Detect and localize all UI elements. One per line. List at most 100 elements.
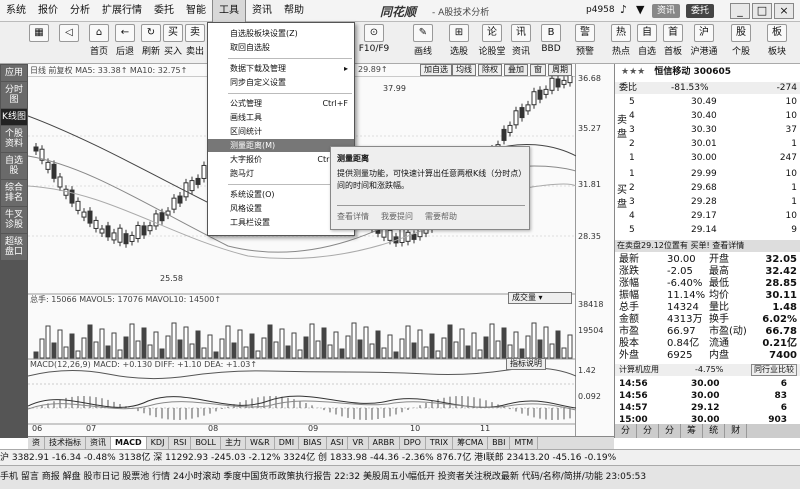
menu-analysis[interactable]: 分析 (64, 0, 96, 22)
toolbar-f10-button[interactable]: ⊙ F10/F9 (358, 24, 390, 54)
menu-quote[interactable]: 报价 (32, 0, 64, 22)
toolbar-layout-button[interactable]: ▦ (26, 24, 52, 44)
price-tick-4: 28.35 (578, 232, 601, 241)
sidebar-item-kline[interactable]: K线图 (1, 109, 27, 125)
indicator-tab[interactable]: DPO (400, 437, 426, 449)
indicator-tab[interactable]: KDJ (147, 437, 170, 449)
indicator-tab[interactable]: 资 (28, 437, 45, 449)
tools-menu-item[interactable]: 区间统计 (208, 125, 354, 138)
indicator-tab[interactable]: VR (348, 437, 369, 449)
indicator-tab[interactable]: 主力 (221, 437, 246, 449)
indicator-tab[interactable]: BIAS (299, 437, 327, 449)
toolbar-info-button[interactable]: 讯资讯 (508, 24, 534, 57)
indicator-tab[interactable]: W&R (246, 437, 275, 449)
buy-row[interactable]: 2 29.68 1 (615, 182, 800, 194)
toolbar-draw-button[interactable]: ✎ 画线 (410, 24, 436, 57)
toolbar-select-button[interactable]: ⊞ 选股 (446, 24, 472, 57)
toolbar-bbd-button[interactable]: B BBD (538, 24, 564, 54)
period-button[interactable]: 周期 (548, 64, 572, 76)
tooltip-detail-link[interactable]: 查看详情 (337, 211, 369, 222)
toolbar-first-button[interactable]: 首首板 (660, 24, 686, 57)
indicator-tab[interactable]: 筹CMA (453, 437, 489, 449)
menu-extended[interactable]: 扩展行情 (96, 0, 148, 22)
tools-menu-item[interactable]: 数据下载及管理 ▸ (208, 62, 354, 75)
toolbar-sector-button[interactable]: 板板块 (764, 24, 790, 57)
quote-tab[interactable]: 分 (659, 424, 682, 438)
toolbar-hk-button[interactable]: 沪沪港通 (688, 24, 720, 57)
exright-button[interactable]: 除权 (478, 64, 502, 76)
sidebar-item-profile[interactable]: 个股资料 (1, 126, 27, 152)
add-watch-button[interactable]: 加自选 (420, 64, 452, 76)
sidebar-item-superboard[interactable]: 超级盘口 (1, 234, 27, 260)
toolbar-sell-button[interactable]: 卖卖出 (182, 24, 208, 57)
tools-menu-item[interactable]: 取回自选股 (208, 41, 354, 54)
toolbar-back-arrow-button[interactable]: ◁ (56, 24, 82, 44)
volume-bar (219, 338, 225, 359)
menu-news[interactable]: 资讯 (246, 0, 278, 22)
tools-menu-item[interactable]: 公式管理 Ctrl+F (208, 97, 354, 110)
toolbar-forum-button[interactable]: 论论股堂 (476, 24, 508, 57)
indicator-tab[interactable]: BBI (488, 437, 511, 449)
buy-row[interactable]: 3 29.28 1 (615, 196, 800, 208)
quote-tab[interactable]: 筹 (681, 424, 704, 438)
quote-tab[interactable]: 统 (703, 424, 726, 438)
quote-tab[interactable]: 分 (637, 424, 660, 438)
minimize-button[interactable]: _ (730, 3, 750, 19)
maximize-button[interactable]: □ (752, 3, 772, 19)
overlay-button[interactable]: 叠加 (504, 64, 528, 76)
tools-menu-item[interactable]: 同步自定义设置 (208, 76, 354, 89)
indicator-tab[interactable]: ASI (327, 437, 349, 449)
menu-tools[interactable]: 工具 (212, 0, 246, 23)
menu-smart[interactable]: 智能 (180, 0, 212, 22)
sidebar-item-ranking[interactable]: 综合排名 (1, 180, 27, 206)
sell-row[interactable]: 5 30.49 10 (615, 96, 800, 108)
toolbar-watch-button[interactable]: 自自选 (634, 24, 660, 57)
volume-dropdown[interactable]: 成交量 ▾ (508, 292, 572, 304)
sell-row[interactable]: 2 30.01 1 (615, 138, 800, 150)
sidebar-item-watchlist[interactable]: 自选股 (1, 153, 27, 179)
ma-button[interactable]: 均线 (452, 64, 476, 76)
tools-menu-item[interactable]: 画线工具 (208, 111, 354, 124)
sidebar-item-timeshare[interactable]: 分时图 (1, 82, 27, 108)
sell-row[interactable]: 4 30.40 10 (615, 110, 800, 122)
toolbar-back-button[interactable]: ← 后退 (112, 24, 138, 57)
window-button[interactable]: 窗 (530, 64, 546, 76)
webi-row: 委比 -81.53% -274 (615, 82, 800, 94)
shirt-icon[interactable]: ▼ (636, 3, 644, 16)
quote-tab[interactable]: 分 (615, 424, 638, 438)
sell-row[interactable]: 3 30.30 37 (615, 124, 800, 136)
indicator-tab[interactable]: MTM (510, 437, 539, 449)
indicator-tab[interactable]: RSI (169, 437, 192, 449)
sell-row[interactable]: 1 30.00 247 (615, 152, 800, 164)
close-button[interactable]: × (774, 3, 794, 19)
menu-trade[interactable]: 委托 (148, 0, 180, 22)
indicator-tab[interactable]: 资讯 (86, 437, 111, 449)
indicator-tab[interactable]: DMI (275, 437, 300, 449)
buy-row[interactable]: 4 29.17 10 (615, 210, 800, 222)
indicator-help-button[interactable]: 指标说明 (506, 358, 546, 370)
quote-tab[interactable]: 财 (725, 424, 748, 438)
indicator-tab[interactable]: 技术指标 (45, 437, 86, 449)
news-pill[interactable]: 资讯 (652, 4, 681, 18)
tooltip-ask-link[interactable]: 我要提问 (381, 211, 413, 222)
indicator-tab[interactable]: MACD (111, 437, 147, 449)
industry-compare-button[interactable]: 同行业比较 (751, 364, 797, 376)
toolbar-hot-button[interactable]: 热热点 (608, 24, 634, 57)
order-tip[interactable]: 在卖盘29.12位置有 买单! 查看详情 (615, 240, 800, 252)
sidebar-item-diagnose[interactable]: 牛叉诊股 (1, 207, 27, 233)
toolbar-home-button[interactable]: ⌂ 首页 (86, 24, 112, 57)
tooltip-help-link[interactable]: 需要帮助 (425, 211, 457, 222)
menu-help[interactable]: 帮助 (278, 0, 310, 22)
tools-menu-item[interactable]: 自选股板块设置(Z) (208, 27, 354, 40)
indicator-tab[interactable]: ARBR (369, 437, 400, 449)
toolbar-stock-button[interactable]: 股个股 (728, 24, 754, 57)
menu-system[interactable]: 系统 (0, 0, 32, 22)
trade-pill[interactable]: 委托 (686, 4, 715, 18)
indicator-tab[interactable]: TRIX (426, 437, 454, 449)
indicator-tab[interactable]: BOLL (191, 437, 221, 449)
sidebar-item-apps[interactable]: 应用 (1, 65, 27, 81)
bell-icon[interactable]: ♪ (620, 3, 627, 16)
buy-row[interactable]: 1 29.99 10 (615, 168, 800, 180)
toolbar-alert-button[interactable]: 警预警 (572, 24, 598, 57)
buy-row[interactable]: 5 29.14 9 (615, 224, 800, 236)
